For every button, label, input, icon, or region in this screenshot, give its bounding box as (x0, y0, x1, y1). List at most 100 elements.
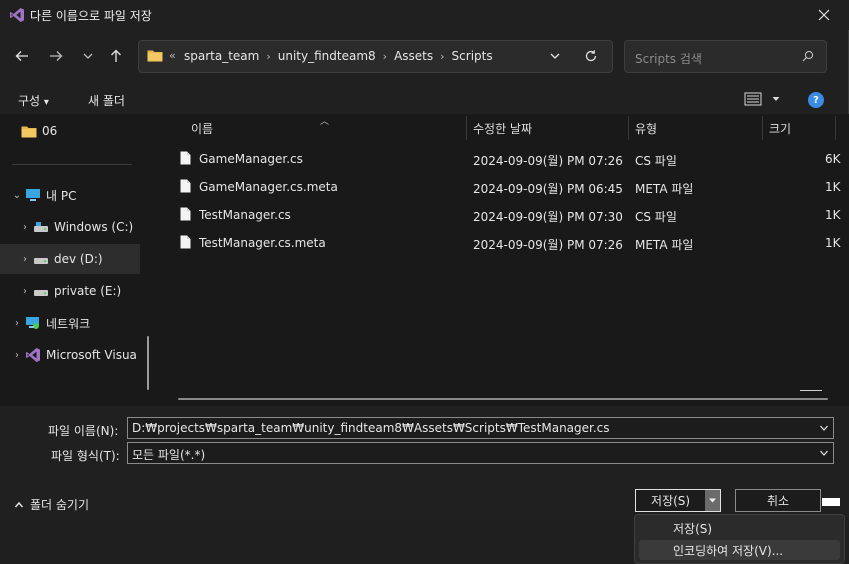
file-row[interactable]: GameManager.cs.meta 2024-09-09(월) PM 06:… (160, 173, 849, 201)
file-name: GameManager.cs (199, 152, 303, 166)
column-separator[interactable] (762, 116, 763, 140)
breadcrumb-assets[interactable]: Assets (394, 49, 433, 63)
nav-item-label: 내 PC (46, 188, 77, 203)
filename-field[interactable]: D:₩projects₩sparta_team₩unity_findteam8₩… (127, 417, 834, 439)
recent-locations-button[interactable] (78, 46, 98, 66)
horizontal-scrollbar[interactable] (178, 398, 828, 400)
save-options-button[interactable] (705, 490, 720, 511)
search-placeholder[interactable]: Scripts 검색 (635, 50, 702, 67)
chevron-right-icon[interactable]: › (10, 318, 24, 329)
file-name: TestManager.cs (199, 208, 291, 222)
breadcrumb-separator[interactable]: › (383, 50, 387, 63)
filetype-label: 파일 형식(T): (51, 449, 120, 463)
window-edge-artifact (822, 498, 840, 506)
breadcrumb-unity-findteam8[interactable]: unity_findteam8 (278, 49, 376, 63)
save-form: 파일 이름(N): D:₩projects₩sparta_team₩unity_… (0, 406, 849, 524)
chevron-right-icon[interactable]: › (18, 222, 32, 233)
chevron-down-icon[interactable] (819, 448, 829, 458)
nav-scrollbar[interactable] (147, 336, 149, 390)
save-options-menu: 저장(S) 인코딩하여 저장(V)... (634, 514, 845, 564)
chevron-up-icon (14, 501, 24, 507)
up-button[interactable] (106, 46, 126, 66)
search-box[interactable]: Scripts 검색 (624, 40, 827, 73)
nav-item-microsoft-visual-studio[interactable]: › Microsoft Visua (0, 340, 150, 370)
file-row[interactable]: TestManager.cs 2024-09-09(월) PM 07:30 CS… (160, 201, 849, 229)
save-split-button[interactable]: 저장(S) (635, 489, 721, 512)
chevron-right-icon[interactable]: › (18, 286, 32, 297)
filetype-select[interactable]: 모든 파일(*.*) (127, 442, 834, 464)
back-button[interactable] (12, 46, 32, 66)
nav-item-dev-d[interactable]: › dev (D:) (0, 244, 140, 274)
nav-item-label: private (E:) (54, 284, 122, 298)
file-icon (180, 179, 191, 193)
address-dropdown-icon[interactable] (549, 50, 561, 62)
column-header-name[interactable]: 이름 (191, 114, 213, 142)
drive-icon (32, 283, 50, 299)
chevron-right-icon[interactable]: › (10, 350, 24, 361)
close-icon (818, 9, 830, 21)
folder-icon (20, 123, 38, 139)
forward-button[interactable] (46, 46, 66, 66)
filename-value: D:₩projects₩sparta_team₩unity_findteam8₩… (132, 421, 610, 435)
file-size: 1K (825, 180, 841, 194)
column-header-type[interactable]: 유형 (635, 114, 657, 142)
file-icon (180, 207, 191, 221)
file-row[interactable]: GameManager.cs 2024-09-09(월) PM 07:26 CS… (160, 145, 849, 173)
overflow-chevron-icon[interactable]: « (169, 49, 176, 62)
nav-item-06[interactable]: 06 (0, 116, 150, 146)
nav-item-this-pc[interactable]: ⌄ 내 PC (0, 180, 150, 210)
breadcrumb-separator[interactable]: › (266, 50, 270, 63)
arrow-right-icon (50, 51, 63, 61)
navigation-bar: « sparta_team › unity_findteam8 › Assets… (0, 36, 849, 78)
nav-item-private-e[interactable]: › private (E:) (0, 276, 150, 306)
cancel-button[interactable]: 취소 (735, 489, 821, 512)
file-modified: 2024-09-09(월) PM 07:26 (473, 238, 623, 252)
file-type: META 파일 (635, 182, 694, 196)
chevron-down-icon[interactable]: ⌄ (10, 190, 24, 201)
file-row[interactable]: TestManager.cs.meta 2024-09-09(월) PM 07:… (160, 229, 849, 257)
breadcrumb-separator[interactable]: › (440, 50, 444, 63)
chevron-down-icon (83, 53, 93, 59)
column-header-modified[interactable]: 수정한 날짜 (473, 114, 532, 142)
nav-item-label: Windows (C:) (54, 220, 134, 234)
search-icon[interactable] (802, 50, 814, 62)
hide-folders-button[interactable]: 폴더 숨기기 (14, 496, 89, 513)
save-button[interactable]: 저장(S) (636, 490, 705, 511)
arrow-left-icon (15, 51, 28, 61)
column-header-size[interactable]: 크기 (769, 114, 791, 142)
nav-item-windows-c[interactable]: › Windows (C:) (0, 212, 150, 242)
nav-divider (12, 164, 132, 165)
filetype-value: 모든 파일(*.*) (132, 448, 206, 462)
navigation-pane: 06 ⌄ 내 PC › Windows (C:) › dev (D:) › pr… (0, 114, 160, 406)
file-type: CS 파일 (635, 154, 677, 168)
address-bar[interactable]: « sparta_team › unity_findteam8 › Assets… (138, 40, 613, 73)
column-separator[interactable] (628, 116, 629, 140)
dialog-title: 다른 이름으로 파일 저장 (30, 9, 152, 23)
menu-item-save-with-encoding[interactable]: 인코딩하여 저장(V)... (639, 540, 840, 560)
nav-item-network[interactable]: › 네트워크 (0, 308, 150, 338)
drive-icon (32, 251, 50, 267)
column-separator[interactable] (835, 116, 836, 140)
save-file-dialog: 다른 이름으로 파일 저장 « sparta_team › unity_find… (0, 0, 849, 524)
chevron-right-icon[interactable]: › (18, 254, 32, 265)
scrollbar-marker (800, 390, 822, 391)
new-folder-button[interactable]: 새 폴더 (88, 92, 125, 109)
view-options-button[interactable] (744, 92, 781, 106)
column-separator[interactable] (466, 116, 467, 140)
file-modified: 2024-09-09(월) PM 07:26 (473, 154, 623, 168)
close-button[interactable] (813, 4, 835, 26)
pc-icon (24, 187, 42, 203)
list-view-icon (744, 92, 762, 106)
hide-folders-label: 폴더 숨기기 (30, 498, 90, 512)
menu-item-save[interactable]: 저장(S) (639, 518, 840, 538)
chevron-down-icon[interactable] (819, 423, 829, 433)
refresh-icon[interactable] (584, 49, 598, 63)
file-icon (180, 151, 191, 165)
breadcrumb-scripts[interactable]: Scripts (452, 49, 493, 63)
help-icon[interactable]: ? (808, 92, 824, 108)
breadcrumb-sparta-team[interactable]: sparta_team (184, 49, 259, 63)
chevron-down-icon (772, 97, 780, 101)
title-bar: 다른 이름으로 파일 저장 (0, 0, 849, 30)
organize-button[interactable]: 구성 ▾ (18, 92, 49, 109)
breadcrumb: sparta_team › unity_findteam8 › Assets ›… (184, 49, 493, 63)
